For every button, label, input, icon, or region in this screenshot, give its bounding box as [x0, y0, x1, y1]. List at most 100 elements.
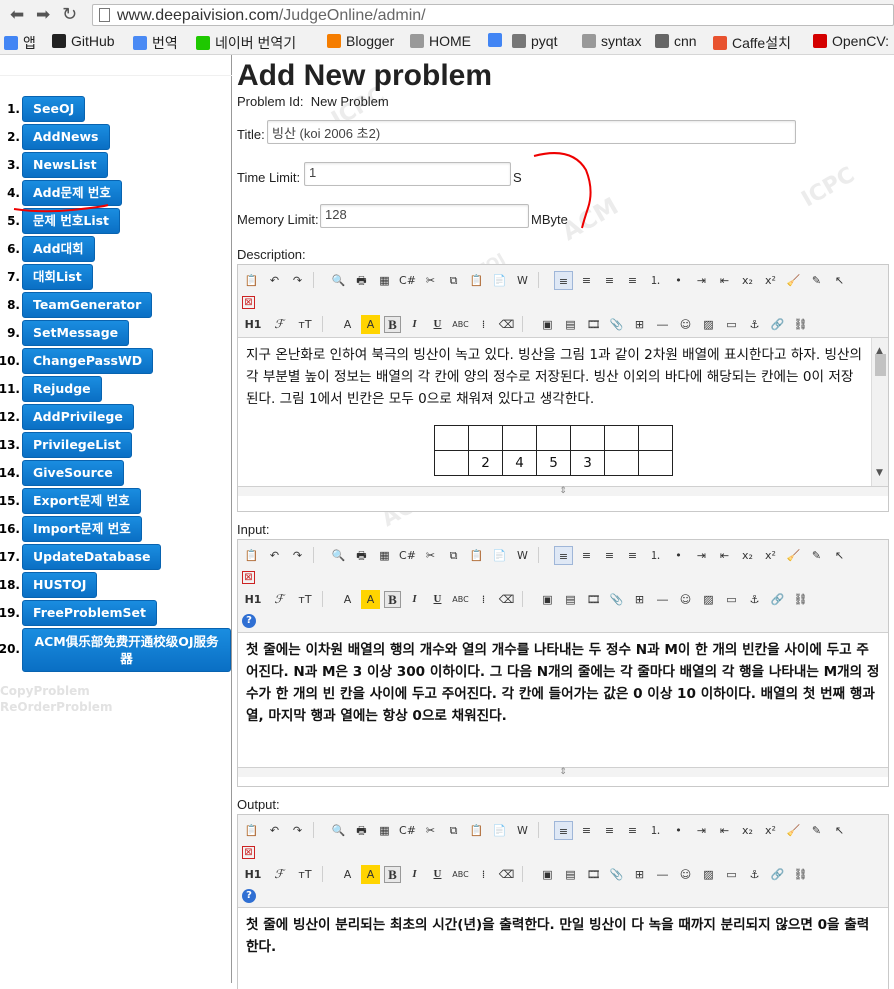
- bookmark-cnn[interactable]: cnn: [655, 33, 697, 49]
- highlight-icon[interactable]: A: [361, 589, 380, 609]
- clear-format-icon[interactable]: 🧹: [784, 271, 803, 290]
- anchor-icon[interactable]: ⚓: [745, 865, 764, 884]
- highlight-icon[interactable]: A: [361, 864, 380, 884]
- paste-plain-icon[interactable]: 📄: [490, 271, 509, 290]
- time-limit-input[interactable]: 1: [304, 162, 511, 186]
- pagebreak-icon[interactable]: ▭: [722, 590, 741, 609]
- menu-button-14[interactable]: GiveSource: [22, 460, 124, 486]
- menu-button-16[interactable]: Import문제 번호: [22, 516, 142, 542]
- bookmark-네이버-번역기[interactable]: 네이버 번역기: [196, 33, 296, 53]
- remove-format-icon[interactable]: ⌫: [497, 590, 516, 609]
- line-height-icon[interactable]: ⁞: [474, 315, 493, 334]
- description-content[interactable]: 지구 온난화로 인하여 북극의 빙산이 녹고 있다. 빙산을 그림 1과 같이 …: [238, 338, 888, 486]
- superscript-icon[interactable]: x²: [761, 271, 780, 290]
- description-editor[interactable]: 📋 ↶ ↷ 🔍 🖶 ▦ C# ✂ ⧉ 📋 📄 W ≡ ≡ ≡ ≡ ⒈ • ⇥ ⇤ x₂ x² 🧹 ✎ ↖ ⊠ H1 ℱтT A A B I…: [237, 264, 889, 512]
- emoticon-icon[interactable]: ☺: [676, 315, 695, 334]
- align-center-icon[interactable]: ≡: [577, 271, 596, 290]
- menu-button-6[interactable]: Add대회: [22, 236, 95, 262]
- cursor-icon[interactable]: ↖: [830, 821, 849, 840]
- paste-word-icon[interactable]: W: [513, 271, 532, 290]
- redo-icon[interactable]: ↷: [288, 821, 307, 840]
- indent-icon[interactable]: ⇥: [692, 821, 711, 840]
- media-icon[interactable]: 🎞: [584, 315, 603, 334]
- bookmark-번역[interactable]: 번역: [133, 33, 178, 53]
- italic-icon[interactable]: I: [405, 590, 424, 609]
- paste-text-icon[interactable]: 📋: [242, 821, 261, 840]
- font-size-icon[interactable]: тT: [294, 865, 316, 884]
- strike-icon[interactable]: ABC: [451, 590, 470, 609]
- address-bar[interactable]: www.deepaivision.com/JudgeOnline/admin/: [92, 4, 894, 26]
- outdent-icon[interactable]: ⇤: [715, 546, 734, 565]
- flash-icon[interactable]: ▤: [561, 865, 580, 884]
- bookmark-github[interactable]: GitHub: [52, 33, 115, 49]
- menu-button-4[interactable]: Add문제 번호: [22, 180, 122, 206]
- code-icon[interactable]: C#: [398, 546, 417, 565]
- align-right-icon[interactable]: ≡: [600, 271, 619, 290]
- table-icon[interactable]: ⊞: [630, 865, 649, 884]
- menu-button-13[interactable]: PrivilegeList: [22, 432, 132, 458]
- pagebreak-icon[interactable]: ▭: [722, 865, 741, 884]
- undo-icon[interactable]: ↶: [265, 271, 284, 290]
- fullscreen-icon[interactable]: ⊠: [242, 570, 255, 584]
- preview-icon[interactable]: 🔍: [329, 271, 348, 290]
- code-icon[interactable]: C#: [398, 821, 417, 840]
- attach-icon[interactable]: 📎: [607, 590, 626, 609]
- indent-icon[interactable]: ⇥: [692, 546, 711, 565]
- align-center-icon[interactable]: ≡: [577, 821, 596, 840]
- editor-resize-handle[interactable]: ⇕: [238, 767, 888, 777]
- remove-format-icon[interactable]: ⌫: [497, 315, 516, 334]
- help-icon[interactable]: ?: [242, 614, 256, 628]
- select-all-icon[interactable]: ✎: [807, 271, 826, 290]
- bold-icon[interactable]: B: [384, 315, 401, 333]
- anchor-icon[interactable]: ⚓: [745, 315, 764, 334]
- bookmark-pyqt[interactable]: pyqt: [512, 33, 557, 49]
- paste-plain-icon[interactable]: 📄: [490, 821, 509, 840]
- copy-icon[interactable]: ⧉: [444, 546, 463, 565]
- image-icon[interactable]: ▣: [538, 315, 557, 334]
- line-height-icon[interactable]: ⁞: [474, 590, 493, 609]
- menu-button-12[interactable]: AddPrivilege: [22, 404, 134, 430]
- pagebreak-icon[interactable]: ▭: [722, 315, 741, 334]
- line-height-icon[interactable]: ⁞: [474, 865, 493, 884]
- undo-icon[interactable]: ↶: [265, 821, 284, 840]
- font-color-icon[interactable]: A: [338, 315, 357, 334]
- fullscreen-icon[interactable]: ⊠: [242, 295, 255, 309]
- menu-button-10[interactable]: ChangePassWD: [22, 348, 154, 374]
- title-input[interactable]: 빙산 (koi 2006 초2): [267, 120, 796, 144]
- copy-icon[interactable]: ⧉: [444, 821, 463, 840]
- emoticon-icon[interactable]: ☺: [676, 590, 695, 609]
- print-icon[interactable]: 🖶: [352, 271, 371, 290]
- anchor-icon[interactable]: ⚓: [745, 590, 764, 609]
- ordered-list-icon[interactable]: ⒈: [646, 271, 665, 290]
- font-size-icon[interactable]: тT: [294, 590, 316, 609]
- attach-icon[interactable]: 📎: [607, 315, 626, 334]
- bullet-list-icon[interactable]: •: [669, 546, 688, 565]
- fullscreen-icon[interactable]: ⊠: [242, 845, 255, 859]
- editor-resize-handle[interactable]: ⇕: [238, 486, 888, 496]
- italic-icon[interactable]: I: [405, 315, 424, 334]
- flash-icon[interactable]: ▤: [561, 315, 580, 334]
- hr-icon[interactable]: ―: [653, 315, 672, 334]
- paste-text-icon[interactable]: 📋: [242, 546, 261, 565]
- input-content[interactable]: 첫 줄에는 이차원 배열의 행의 개수와 열의 개수를 나타내는 두 정수 N과…: [238, 633, 888, 767]
- cut-icon[interactable]: ✂: [421, 271, 440, 290]
- indent-icon[interactable]: ⇥: [692, 271, 711, 290]
- font-name-icon[interactable]: ℱ: [268, 315, 290, 334]
- bullet-list-icon[interactable]: •: [669, 821, 688, 840]
- menu-button-8[interactable]: TeamGenerator: [22, 292, 153, 318]
- bookmark-syntax[interactable]: syntax: [582, 33, 641, 49]
- bold-icon[interactable]: B: [384, 865, 401, 883]
- media-icon[interactable]: 🎞: [584, 865, 603, 884]
- select-all-icon[interactable]: ✎: [807, 546, 826, 565]
- paste-icon[interactable]: 📋: [467, 821, 486, 840]
- bookmark-caffe설치[interactable]: Caffe설치: [713, 33, 791, 53]
- paste-icon[interactable]: 📋: [467, 546, 486, 565]
- clear-format-icon[interactable]: 🧹: [784, 546, 803, 565]
- underline-icon[interactable]: U: [428, 865, 447, 884]
- font-color-icon[interactable]: A: [338, 590, 357, 609]
- subscript-icon[interactable]: x₂: [738, 271, 757, 290]
- heading-icon[interactable]: H1: [242, 590, 264, 609]
- preview-icon[interactable]: 🔍: [329, 821, 348, 840]
- align-left-icon[interactable]: ≡: [554, 820, 573, 840]
- cut-icon[interactable]: ✂: [421, 821, 440, 840]
